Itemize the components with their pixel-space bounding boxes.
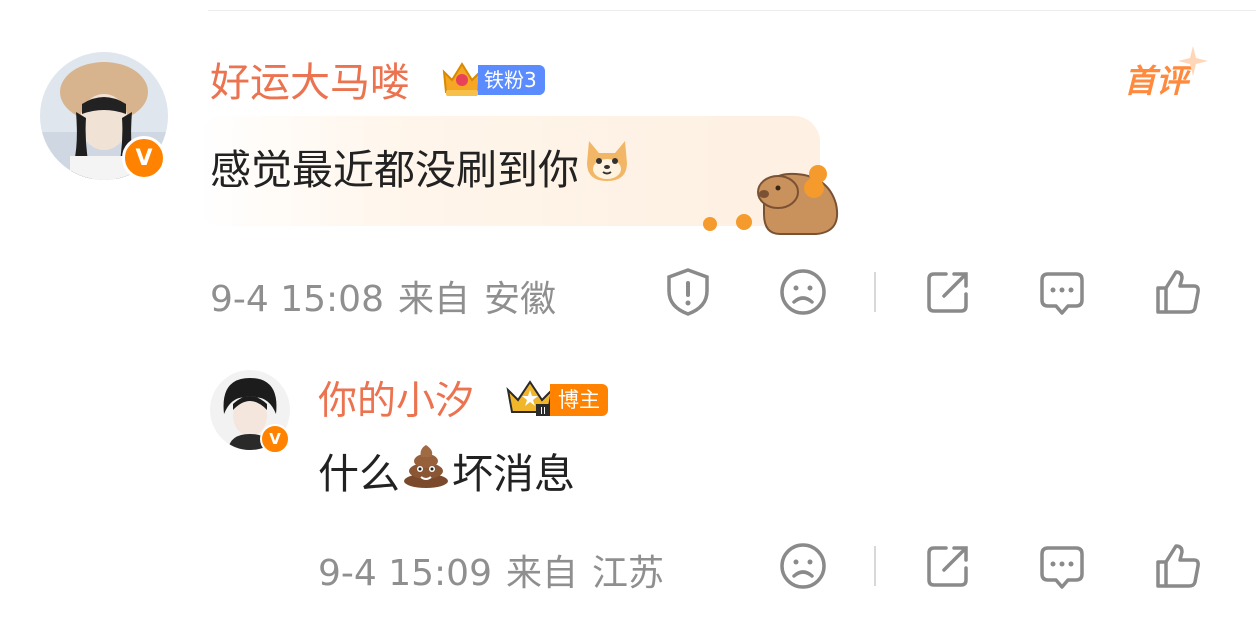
comment-date: 9-4 15:08: [210, 279, 384, 320]
reply-dislike-button[interactable]: [777, 540, 829, 592]
report-button[interactable]: [662, 266, 714, 318]
top-divider: [208, 10, 1256, 11]
reply-like-button[interactable]: [1152, 540, 1204, 592]
reply-date: 9-4 15:09: [318, 553, 492, 594]
share-icon: [927, 272, 968, 313]
sad-face-icon: [780, 269, 826, 315]
sad-face-icon: [780, 543, 826, 589]
poop-emoji-icon: [401, 441, 451, 499]
fan-badge[interactable]: 铁粉3: [440, 58, 545, 102]
reply-text: 什么 坏消息: [318, 440, 575, 500]
reply-button[interactable]: [1036, 266, 1088, 318]
replier-username[interactable]: 你的小汐: [318, 370, 474, 426]
thumbs-up-icon: [1156, 270, 1200, 314]
report-shield-icon: [667, 268, 709, 316]
comment-icon: [1040, 272, 1084, 315]
host-label: 博主: [550, 384, 608, 416]
reply-share-button[interactable]: [922, 540, 974, 592]
reply-location: 江苏: [592, 553, 665, 594]
comment-source-prefix: 来自: [398, 279, 471, 320]
share-icon: [927, 546, 968, 587]
fan-level-label: 铁粉3: [478, 65, 545, 95]
dog-emoji-icon: [581, 137, 633, 195]
verified-badge: V: [122, 136, 166, 180]
host-badge[interactable]: II 博主: [504, 378, 608, 422]
thumbs-up-icon: [1156, 544, 1200, 588]
reply-action-divider: [874, 546, 876, 586]
replier-verified-badge: V: [260, 424, 290, 454]
comment-text: 感觉最近都没刷到你: [210, 136, 633, 196]
dislike-button[interactable]: [777, 266, 829, 318]
capybara-sticker-icon: [696, 158, 846, 242]
first-review-label: 首评: [1124, 46, 1208, 102]
share-button[interactable]: [922, 266, 974, 318]
like-button[interactable]: [1152, 266, 1204, 318]
action-divider: [874, 272, 876, 312]
reply-meta: 9-4 15:09 来自 江苏: [318, 544, 678, 596]
commenter-username[interactable]: 好运大马喽: [210, 50, 410, 108]
comment-location: 安徽: [484, 279, 557, 320]
crown-ii-icon: II: [504, 378, 556, 422]
reply-source-prefix: 来自: [506, 553, 579, 594]
comment-icon: [1040, 546, 1084, 589]
svg-text:II: II: [540, 406, 546, 417]
comment-meta: 9-4 15:08 来自 安徽: [210, 270, 570, 322]
reply-comment-button[interactable]: [1036, 540, 1088, 592]
sparkle-icon: [1178, 46, 1208, 76]
